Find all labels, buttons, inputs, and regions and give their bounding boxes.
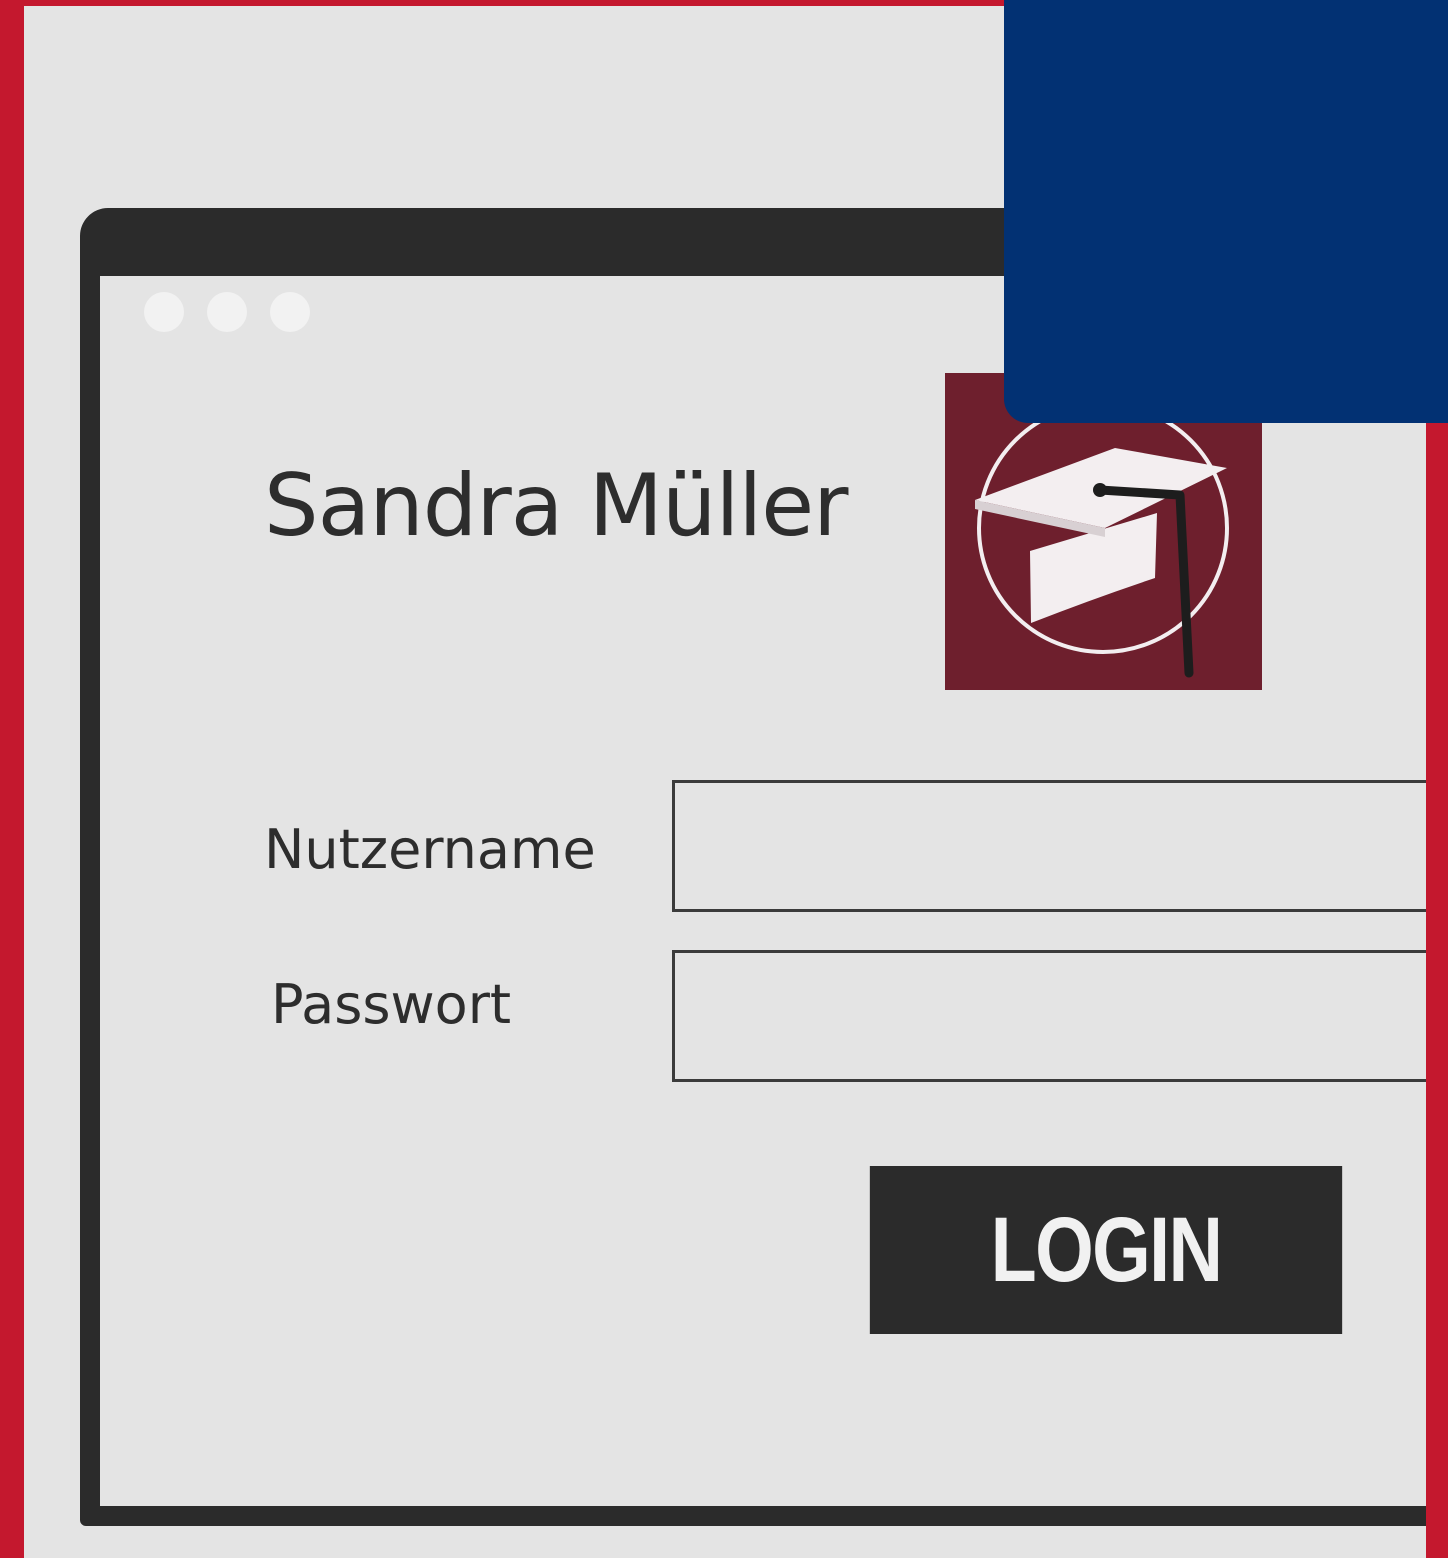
login-button[interactable]: LOGIN — [869, 1166, 1343, 1334]
username-field[interactable] — [672, 780, 1426, 912]
window-dot-icon[interactable] — [270, 292, 310, 332]
user-name: Sandra Müller — [264, 456, 849, 556]
window-controls — [144, 292, 310, 332]
window-dot-icon[interactable] — [207, 292, 247, 332]
password-field[interactable] — [672, 950, 1426, 1082]
window-dot-icon[interactable] — [144, 292, 184, 332]
password-label: Passwort — [271, 973, 512, 1036]
decorative-panel — [1004, 0, 1448, 423]
username-label: Nutzername — [264, 818, 596, 881]
